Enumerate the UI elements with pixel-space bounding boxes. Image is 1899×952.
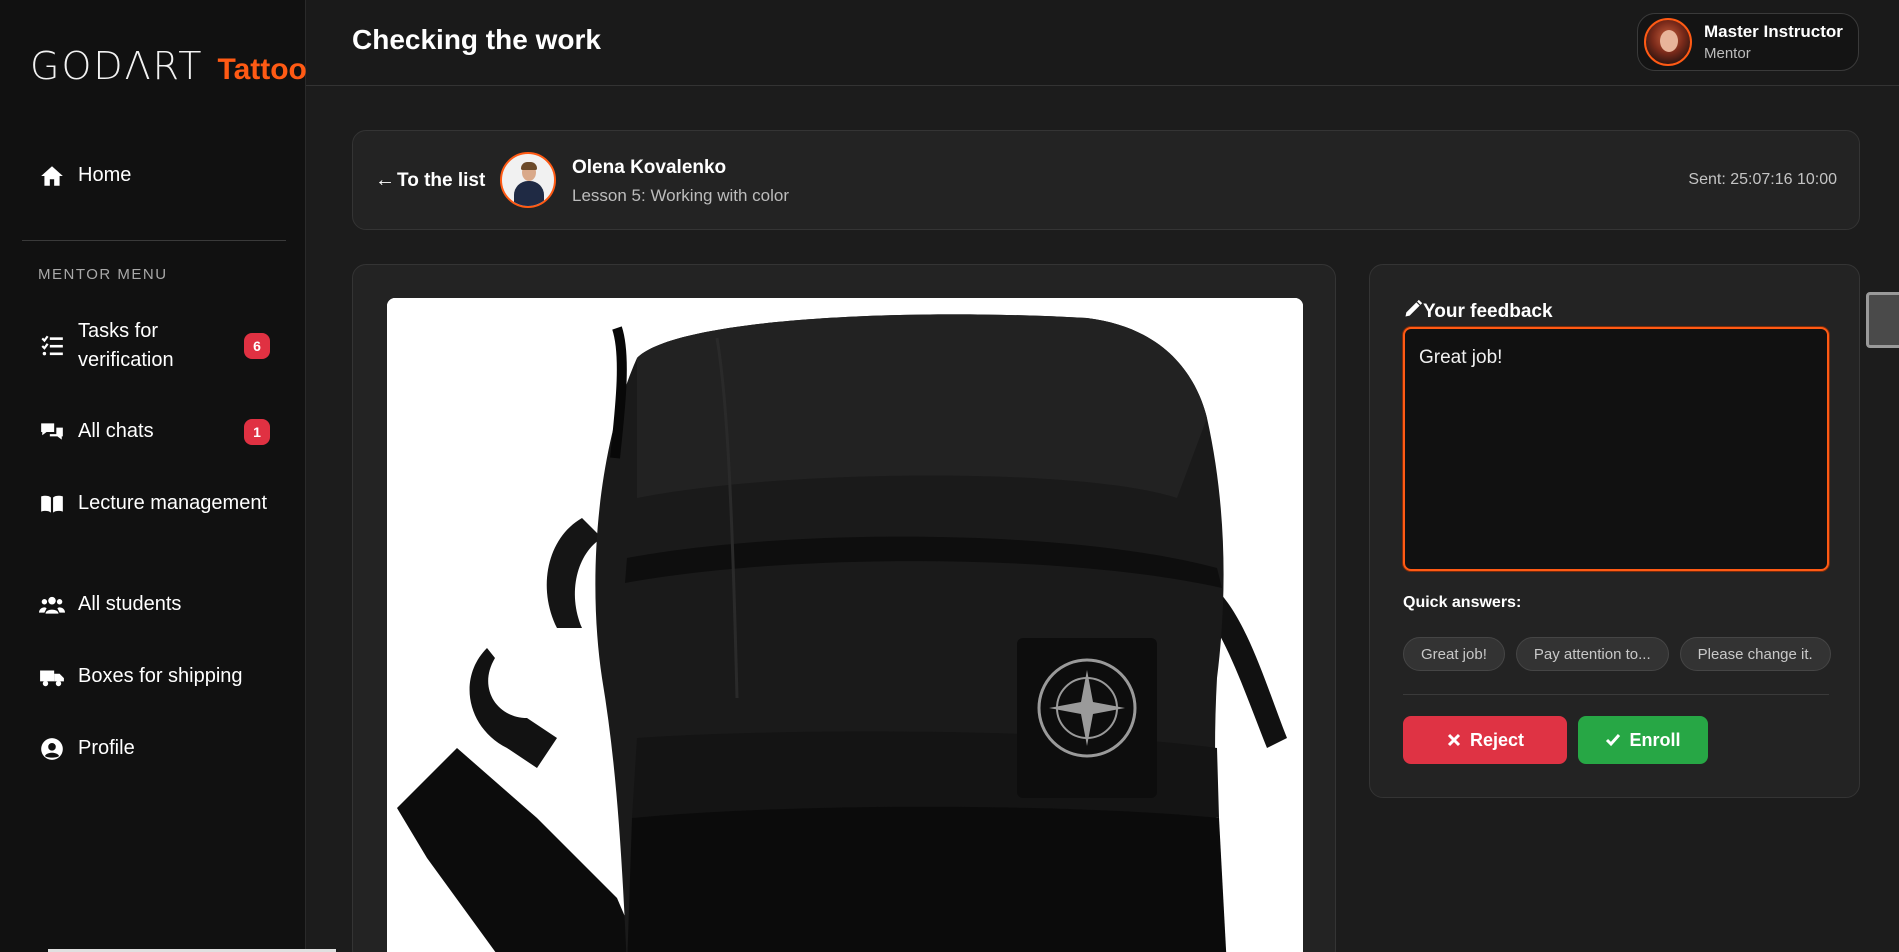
sidebar-item-label: Tasks for verification [78,320,174,371]
user-profile-pill[interactable]: Master Instructor Mentor [1637,13,1859,71]
sidebar-item-label: All chats [78,420,154,442]
quick-answer-chip[interactable]: Pay attention to... [1515,637,1669,671]
sidebar-section-title: MENTOR MENU [38,266,168,283]
quick-answer-chip[interactable]: Great job! [1403,637,1505,671]
reject-button[interactable]: Reject [1403,716,1567,764]
chat-bubbles-icon [38,418,66,446]
feedback-divider [1403,694,1829,695]
user-role: Mentor [1704,45,1751,62]
notification-badge: 1 [244,418,270,445]
student-name: Olena Kovalenko [572,157,727,178]
feedback-textarea[interactable]: Great job! [1403,327,1829,571]
task-list-icon [38,332,66,360]
back-link-label: To the list [397,169,486,191]
feedback-title-label: Your feedback [1423,301,1553,322]
sidebar-item-label: Lecture management [78,492,268,514]
user-circle-icon [38,735,66,763]
sidebar-item-chats[interactable]: All chats 1 [38,417,278,446]
sidebar-item-label: Profile [78,737,135,759]
book-icon [38,490,66,518]
sidebar-item-home[interactable]: Home [38,161,278,190]
logo-accent-text: Tattoo [217,53,307,86]
back-to-list-link[interactable]: ← To the list [375,169,485,192]
sidebar-item-profile[interactable]: Profile [38,734,278,763]
enroll-button-label: Enroll [1629,729,1681,750]
truck-icon [38,663,66,691]
submission-header: ← To the list Olena Kovalenko Lesson 5: … [352,130,1860,230]
submitted-work-image[interactable] [387,298,1303,952]
sidebar-item-label: Boxes for shipping [78,665,243,687]
home-icon [38,162,66,190]
logo-main-text: GODΛRT [30,44,204,88]
sidebar-item-lectures[interactable]: Lecture management [38,489,278,518]
feedback-panel: Your feedback Great job! Quick answers: … [1369,264,1860,798]
notification-badge: 6 [244,333,270,359]
sidebar-item-tasks[interactable]: Tasks for verification 6 [38,317,278,375]
user-name: Master Instructor [1704,22,1843,41]
quick-answer-chip[interactable]: Please change it. [1679,637,1831,671]
reject-button-label: Reject [1469,729,1525,750]
feedback-title: Your feedback [1403,299,1553,325]
page-title: Checking the work [352,24,601,55]
check-icon [1606,734,1621,747]
avatar [1644,18,1692,66]
bag-illustration [387,298,1303,952]
sidebar-item-label: All students [78,593,182,615]
arrow-left-icon: ← [375,169,395,191]
brand-logo[interactable]: GODΛRT Tattoo [30,44,307,88]
users-icon [38,591,66,619]
pencil-icon [1403,299,1423,325]
sidebar-item-shipping[interactable]: Boxes for shipping [38,662,278,691]
sent-timestamp: Sent: 25:07:16 10:00 [1688,171,1837,188]
lesson-title: Lesson 5: Working with color [572,186,790,205]
sidebar: GODΛRT Tattoo Home MENTOR MENU Tasks for… [0,0,336,952]
action-buttons: Reject Enroll [1403,716,1708,764]
sidebar-item-students[interactable]: All students [38,590,278,619]
side-scroll-handle[interactable] [1866,292,1899,348]
close-icon [1447,733,1461,747]
student-avatar [500,152,556,208]
enroll-button[interactable]: Enroll [1578,716,1708,764]
top-bar: Checking the work Master Instructor Ment… [306,0,1899,86]
sidebar-divider [22,240,286,241]
quick-answers-title: Quick answers: [1403,594,1522,611]
work-card [352,264,1336,952]
sidebar-item-label: Home [78,164,132,186]
quick-answers-row: Great job! Pay attention to... Please ch… [1403,637,1831,671]
